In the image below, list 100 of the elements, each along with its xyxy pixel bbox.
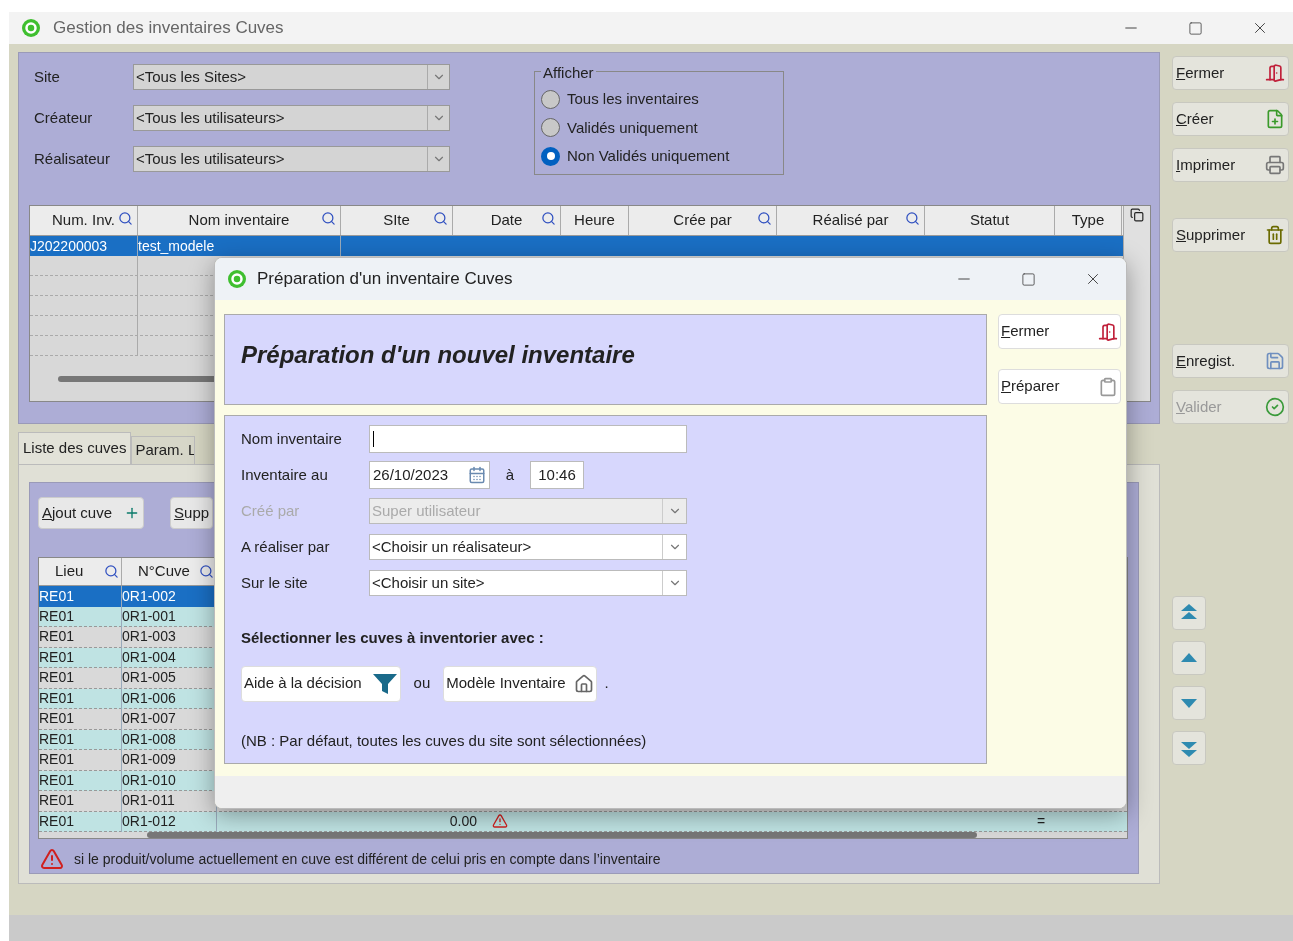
nav-button[interactable] [1172,641,1206,675]
printer-icon [1265,155,1285,175]
table-cell: RE01 [39,790,122,812]
table-cell: RE01 [39,749,122,771]
filter-dropdown[interactable]: <Tous les utilisateurs> [133,105,450,131]
check-circle-icon [1265,397,1285,417]
radio-button[interactable] [541,146,560,166]
dialog-heading: Préparation d'un nouvel inventaire [241,341,635,368]
table-row[interactable]: RE01 0R1-012 0.00 = [39,811,1127,832]
door-icon [1098,321,1118,342]
window-title: Gestion des inventaires Cuves [53,17,284,40]
field-label: Inventaire au [241,464,329,485]
maximize-icon[interactable] [1188,20,1203,36]
tank-button[interactable]: Ajout cuve [38,497,145,529]
select-dropdown[interactable]: <Choisir un site> [369,570,687,596]
action-button[interactable]: Imprimer [1172,148,1289,182]
radio-option[interactable]: Tous les inventaires [541,88,777,111]
horizontal-scrollbar[interactable] [147,832,977,838]
radio-option[interactable]: Validés uniquement [541,116,777,139]
door-icon [1265,63,1285,83]
column-header[interactable]: Type [1055,206,1122,235]
table-cell: RE01 [39,708,122,730]
tank-button[interactable]: Supp [170,497,214,529]
search-icon[interactable] [541,211,556,226]
search-icon[interactable] [433,211,448,226]
nav-button[interactable] [1172,686,1206,720]
search-icon[interactable] [321,211,336,226]
bin-icon [1265,225,1285,245]
date-field[interactable]: 26/10/2023 [369,461,490,489]
filter-dropdown[interactable]: <Tous les Sites> [133,64,450,90]
column-header[interactable]: Date [453,206,561,235]
house-icon [573,673,594,694]
dialog-title: Préparation d'un inventaire Cuves [257,268,513,291]
table-row[interactable]: J202200003 test_modele [30,236,1123,256]
column-header[interactable]: Nom inventaire [138,206,341,235]
column-header[interactable]: Heure [561,206,629,235]
save-icon [1265,351,1285,371]
table-cell: 0R1-012 [122,810,217,832]
end-text: . [604,673,609,694]
clipboard-icon [1098,376,1118,397]
filter-dropdown[interactable]: <Tous les utilisateurs> [133,146,450,172]
search-icon[interactable] [905,211,920,226]
action-button[interactable]: Enregist. [1172,344,1289,378]
dialog-button[interactable]: Fermer [998,314,1121,349]
app-logo-icon [227,269,247,289]
table-cell: J202200003 [30,236,138,256]
table-cell: RE01 [39,667,122,689]
radio-button[interactable] [541,118,560,138]
maximize-icon[interactable] [1021,271,1036,287]
column-header[interactable]: Statut [925,206,1055,235]
table-cell: RE01 [39,810,122,832]
table-cell: RE01 [39,728,122,750]
app-logo-icon [21,18,41,38]
filter-label: Site [33,66,61,87]
nav-button[interactable] [1172,596,1206,630]
column-header[interactable]: Lieu [39,558,122,585]
nav-button[interactable] [1172,731,1206,765]
funnel-icon [371,671,398,696]
column-header[interactable]: Réalisé par [777,206,925,235]
radio-button[interactable] [541,89,560,109]
note-text: (NB : Par défaut, toutes les cuves du site sont sélectionnées) [241,730,648,751]
search-icon[interactable] [199,564,214,579]
calendar-icon[interactable] [468,466,486,484]
column-header[interactable]: Num. Inv. [30,206,138,235]
action-button[interactable]: Créer [1172,102,1289,136]
legend-note: si le produit/volume actuellement en cuve est différent de celui pris en compte dans l’inventaire [74,849,661,869]
field-label: Sur le site [241,572,309,593]
select-dropdown[interactable]: <Choisir un réalisateur> [369,534,687,560]
dialog-button[interactable]: Préparer [998,369,1121,404]
warning-icon [40,847,64,871]
text-input-field[interactable] [369,425,687,453]
table-cell: RE01 [39,626,122,648]
selection-button[interactable]: Modèle Inventaire [443,665,597,702]
table-cell-text: 0.00 [448,811,478,831]
selection-title: Sélectionner les cuves à inventorier avec : [241,628,545,648]
table-cell: RE01 [39,605,122,627]
action-button[interactable]: Fermer [1172,56,1289,90]
table-cell: RE01 [39,769,122,791]
time-field[interactable]: 10:46 [530,461,584,489]
corner-icon[interactable] [1130,208,1144,222]
action-button[interactable]: Supprimer [1172,218,1289,252]
column-header[interactable]: SIte [341,206,453,235]
field-label: A réaliser par [241,536,331,557]
tab[interactable]: Liste des cuves [18,432,132,464]
field-label: Créé par [241,500,301,521]
column-header[interactable]: Crée par [629,206,777,235]
table-cell: RE01 [39,687,122,709]
table-cell-text: = [1037,811,1047,831]
filter-label: Créateur [33,107,94,128]
search-icon[interactable] [118,211,133,226]
or-text: ou [413,673,431,694]
table-cell: RE01 [39,585,122,607]
selection-button[interactable]: Aide à la décision [241,665,401,702]
field-label: Nom inventaire [241,428,343,449]
table-cell: test_modele [138,236,341,256]
file-plus-icon [1265,109,1285,129]
search-icon[interactable] [104,564,119,579]
radio-option[interactable]: Non Validés uniquement [541,145,777,168]
search-icon[interactable] [757,211,772,226]
field-connector: à [504,464,516,485]
